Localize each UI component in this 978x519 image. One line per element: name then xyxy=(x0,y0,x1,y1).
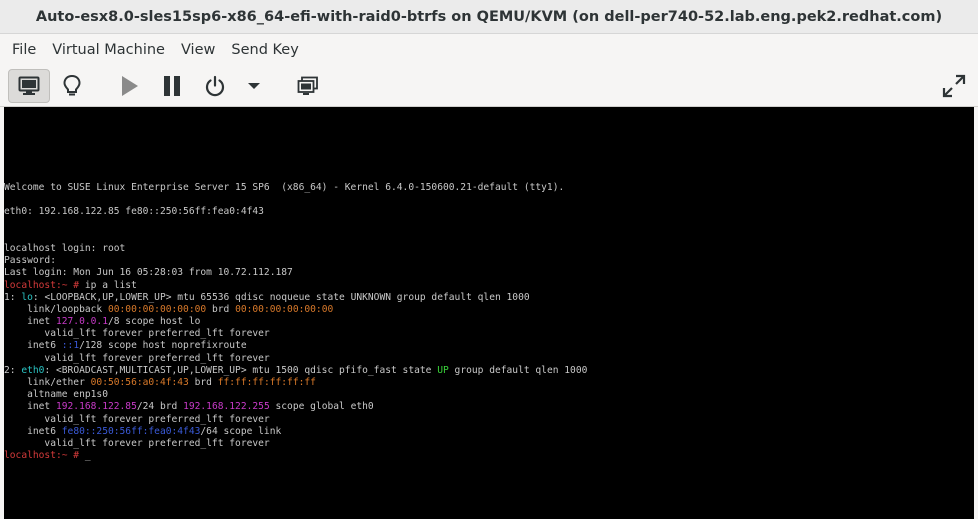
run-button[interactable] xyxy=(112,69,146,103)
terminal-line: 1: lo: <LOOPBACK,UP,LOWER_UP> mtu 65536 … xyxy=(4,292,587,304)
terminal-segment: 00:50:56:a0:4f:43 xyxy=(90,377,189,388)
terminal-segment: valid_lft forever preferred_lft forever xyxy=(4,413,270,425)
terminal-segment: valid_lft forever preferred_lft forever xyxy=(4,328,270,340)
terminal-segment: /8 scope host lo xyxy=(107,316,201,328)
terminal-line: Last login: Mon Jun 16 05:28:03 from 10.… xyxy=(4,267,587,279)
pause-icon xyxy=(164,76,180,96)
terminal-segment: altname enp1s0 xyxy=(4,389,108,401)
terminal-line: inet 127.0.0.1/8 scope host lo xyxy=(4,316,587,328)
terminal-line: localhost:~ # _ xyxy=(4,450,587,462)
terminal-segment: ff:ff:ff:ff:ff:ff xyxy=(217,377,316,388)
terminal-segment: inet xyxy=(4,401,56,413)
terminal-line: inet6 ::1/128 scope host noprefixroute xyxy=(4,340,587,352)
terminal-line: link/ether 00:50:56:a0:4f:43 brd ff:ff:f… xyxy=(4,377,587,389)
terminal-segment: 127.0.0.1 xyxy=(55,316,108,328)
menu-view[interactable]: View xyxy=(173,34,223,66)
fullscreen-button[interactable] xyxy=(937,69,971,103)
terminal-segment: inet6 xyxy=(4,340,62,352)
terminal-segment: _ xyxy=(79,450,91,462)
terminal-segment: Welcome to SUSE Linux Enterprise Server … xyxy=(4,182,565,193)
terminal-line: 2: eth0: <BROADCAST,MULTICAST,UP,LOWER_U… xyxy=(4,365,587,377)
snapshots-icon xyxy=(297,76,318,95)
terminal-line: localhost login: root xyxy=(4,243,587,255)
terminal-segment: lo xyxy=(21,291,33,303)
terminal-segment: Last login: Mon Jun 16 05:28:03 from 10.… xyxy=(4,267,293,279)
terminal-line: Welcome to SUSE Linux Enterprise Server … xyxy=(4,182,587,194)
terminal-segment: Password: xyxy=(4,255,56,267)
console-icon xyxy=(18,76,40,95)
power-icon xyxy=(205,75,225,97)
fullscreen-icon xyxy=(942,74,966,98)
menu-bar: File Virtual Machine View Send Key xyxy=(0,34,978,66)
pause-button[interactable] xyxy=(155,69,189,103)
play-icon xyxy=(122,76,138,96)
terminal-segment: 1: xyxy=(4,291,22,303)
shutdown-button[interactable] xyxy=(198,69,232,103)
terminal-segment: : <BROADCAST,MULTICAST,UP,LOWER_UP> mtu … xyxy=(44,364,438,376)
terminal-segment: : <LOOPBACK,UP,LOWER_UP> mtu 65536 qdisc… xyxy=(32,291,530,303)
terminal-segment: ip a list xyxy=(79,279,137,291)
terminal-segment: valid_lft forever preferred_lft forever xyxy=(4,437,270,449)
terminal-segment: /128 scope host noprefixroute xyxy=(79,340,247,352)
terminal-segment: eth0: 192.168.122.85 fe80::250:56ff:fea0… xyxy=(4,206,264,218)
menu-file[interactable]: File xyxy=(0,34,44,66)
terminal-segment: UP xyxy=(437,364,449,376)
terminal-segment: localhost:~ # xyxy=(4,450,80,462)
terminal-segment: brd xyxy=(188,377,218,388)
terminal-line: altname enp1s0 xyxy=(4,389,587,401)
terminal-line: valid_lft forever preferred_lft forever xyxy=(4,414,587,426)
terminal-segment: 00:00:00:00:00:00 xyxy=(107,303,207,315)
terminal-segment: ::1 xyxy=(61,340,80,352)
terminal-segment: inet6 xyxy=(4,425,62,437)
terminal-line: link/loopback 00:00:00:00:00:00 brd 00:0… xyxy=(4,304,587,316)
details-button[interactable] xyxy=(55,69,89,103)
terminal-segment: 00:00:00:00:00:00 xyxy=(235,303,334,315)
terminal-segment: link/ether xyxy=(4,377,91,388)
terminal-segment: 2: xyxy=(4,364,22,376)
menu-virtual-machine[interactable]: Virtual Machine xyxy=(44,34,173,66)
terminal-line: Password: xyxy=(4,255,587,267)
terminal-line: valid_lft forever preferred_lft forever xyxy=(4,438,587,450)
terminal-segment: localhost:~ # xyxy=(4,279,80,291)
terminal-segment: localhost login: root xyxy=(4,242,126,254)
menu-send-key[interactable]: Send Key xyxy=(223,34,306,66)
terminal-segment: valid_lft forever preferred_lft forever xyxy=(4,352,270,364)
lightbulb-icon xyxy=(63,74,81,96)
terminal-segment: /64 scope link xyxy=(200,425,282,437)
terminal-segment: /24 brd xyxy=(136,401,184,413)
vm-console[interactable]: Welcome to SUSE Linux Enterprise Server … xyxy=(4,107,974,519)
terminal-segment: brd xyxy=(206,303,236,315)
terminal-segment: link/loopback xyxy=(4,303,108,315)
terminal-segment: 192.168.122.85 xyxy=(55,401,137,413)
terminal-segment: fe80::250:56ff:fea0:4f43 xyxy=(61,425,201,437)
terminal-line: localhost:~ # ip a list xyxy=(4,280,587,292)
terminal-segment: 192.168.122.255 xyxy=(183,401,270,413)
snapshots-button[interactable] xyxy=(291,69,325,103)
dropdown-arrow-icon xyxy=(248,83,260,89)
shutdown-menu-button[interactable] xyxy=(240,69,268,103)
terminal-segment: inet xyxy=(4,316,56,328)
console-button[interactable] xyxy=(8,69,50,103)
terminal-segment: eth0 xyxy=(21,364,45,376)
terminal-line: inet 192.168.122.85/24 brd 192.168.122.2… xyxy=(4,401,587,413)
terminal-line: valid_lft forever preferred_lft forever xyxy=(4,328,587,340)
terminal-output: Welcome to SUSE Linux Enterprise Server … xyxy=(4,182,587,462)
window-titlebar: Auto-esx8.0-sles15sp6-x86_64-efi-with-ra… xyxy=(0,0,978,34)
terminal-segment: group default qlen 1000 xyxy=(448,364,588,376)
terminal-line: eth0: 192.168.122.85 fe80::250:56ff:fea0… xyxy=(4,206,587,218)
toolbar xyxy=(0,66,978,107)
terminal-segment: scope global eth0 xyxy=(269,401,374,413)
terminal-line: inet6 fe80::250:56ff:fea0:4f43/64 scope … xyxy=(4,426,587,438)
window-title: Auto-esx8.0-sles15sp6-x86_64-efi-with-ra… xyxy=(35,8,943,25)
terminal-line: valid_lft forever preferred_lft forever xyxy=(4,353,587,365)
